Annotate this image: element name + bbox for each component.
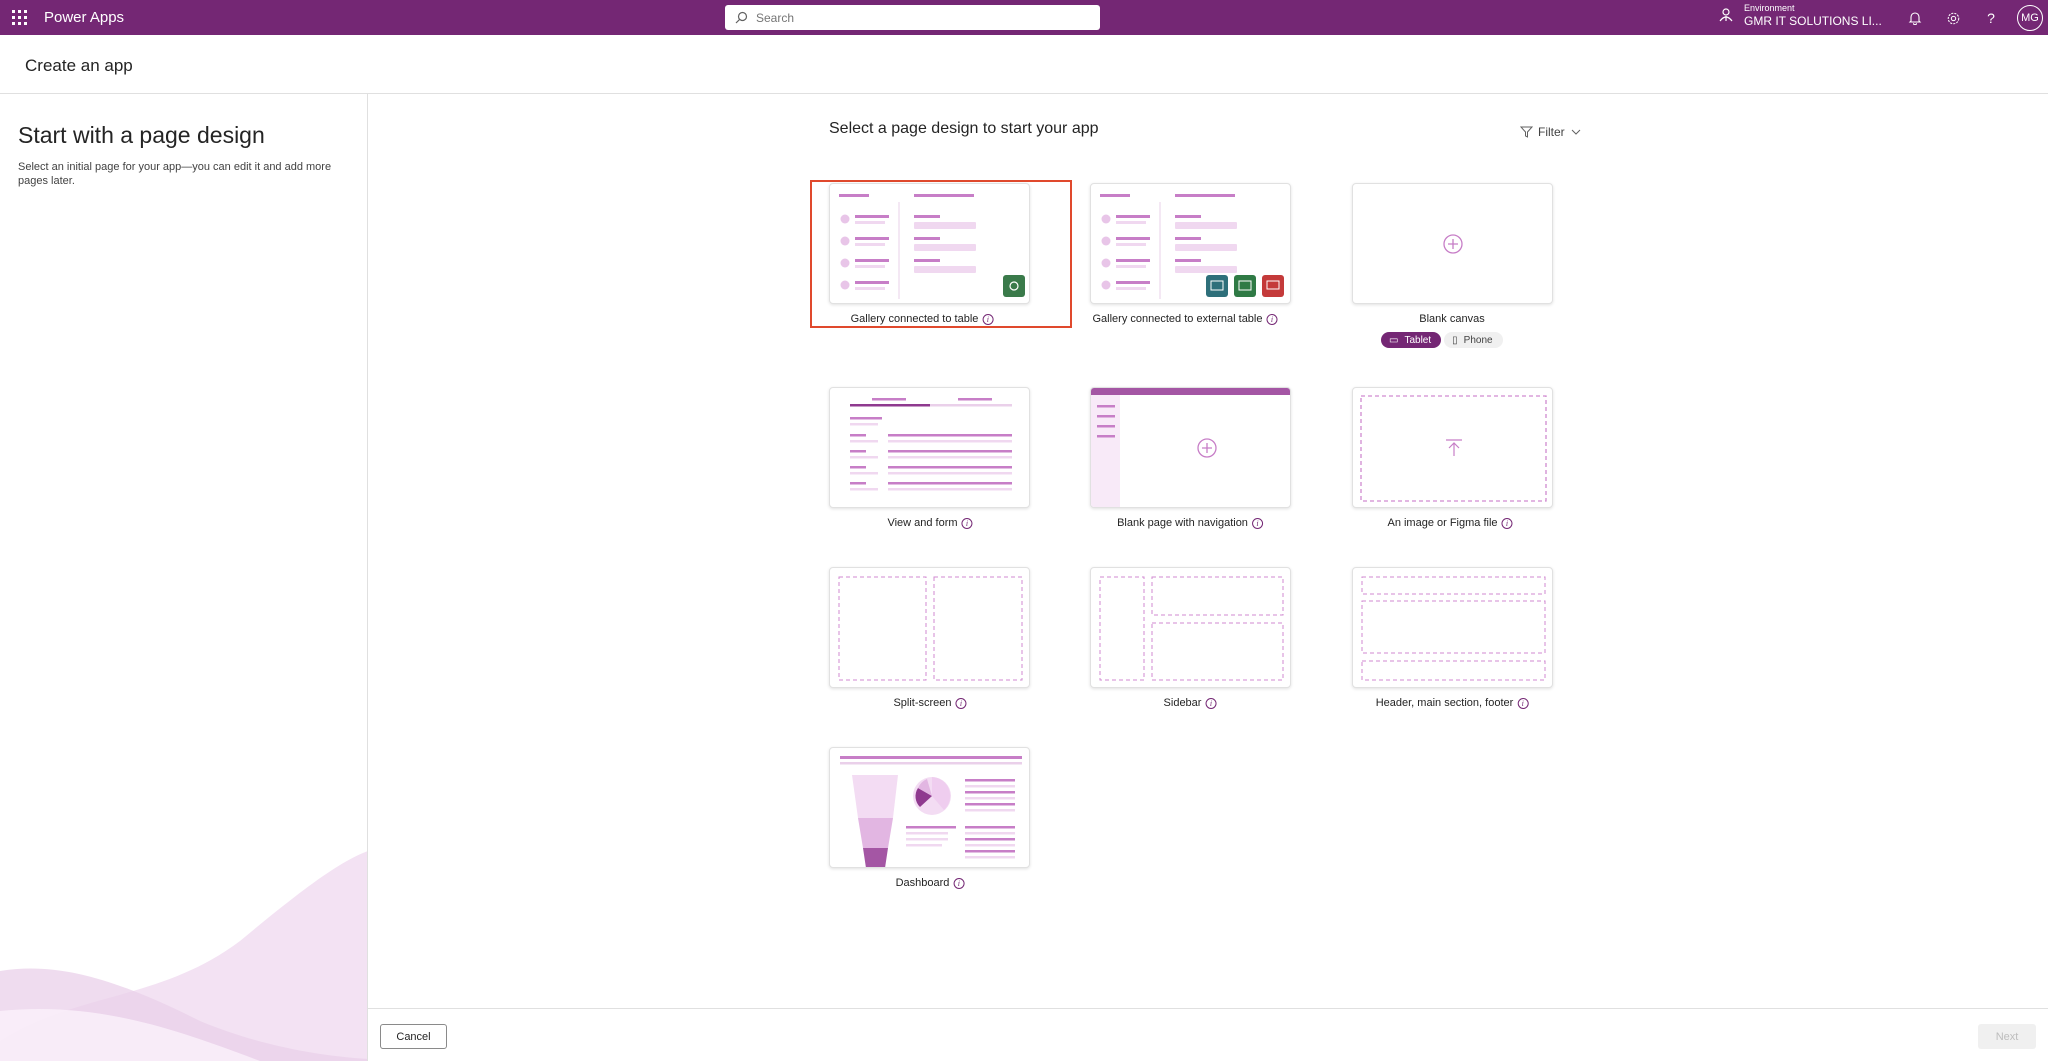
- top-bar: Power Apps Environment GMR IT SOLUTIONS …: [0, 0, 2048, 35]
- left-panel: Start with a page design Select an initi…: [0, 94, 368, 1061]
- card-an-image-or-figma-file[interactable]: [1352, 387, 1553, 508]
- info-icon[interactable]: i: [953, 877, 965, 889]
- info-icon[interactable]: i: [961, 517, 973, 529]
- filter-icon: [1520, 126, 1533, 138]
- info-icon[interactable]: i: [1251, 517, 1263, 529]
- search-icon: [735, 11, 748, 24]
- footer: Cancel Next: [368, 1008, 2048, 1061]
- next-button[interactable]: Next: [1978, 1024, 2036, 1049]
- info-icon[interactable]: i: [982, 313, 994, 325]
- tablet-icon: ▭: [1389, 334, 1399, 346]
- card-sidebar[interactable]: [1090, 567, 1291, 688]
- search-input[interactable]: [756, 10, 1076, 25]
- left-panel-description: Select an initial page for your app—you …: [18, 161, 332, 187]
- card-caption: Blank canvas: [1419, 313, 1485, 325]
- info-icon[interactable]: i: [1501, 517, 1513, 529]
- filter-button[interactable]: Filter: [1520, 125, 1581, 139]
- environment-picker[interactable]: Environment GMR IT SOLUTIONS LI...: [1718, 2, 1882, 28]
- page-title: Create an app: [25, 56, 133, 75]
- card-caption: Blank page with navigation i: [1117, 517, 1263, 529]
- card-gallery-connected-to-table[interactable]: [829, 183, 1030, 304]
- search-box[interactable]: [725, 5, 1100, 30]
- card-caption: Gallery connected to external table i: [1093, 313, 1278, 325]
- left-panel-title: Start with a page design: [18, 122, 265, 148]
- card-blank-canvas[interactable]: [1352, 183, 1553, 304]
- card-caption: Gallery connected to table i: [851, 313, 994, 325]
- card-gallery-connected-to-external-table[interactable]: [1090, 183, 1291, 304]
- info-icon[interactable]: i: [1266, 313, 1278, 325]
- card-caption: Header, main section, footer i: [1376, 697, 1529, 709]
- card-blank-page-with-navigation[interactable]: [1090, 387, 1291, 508]
- card-caption: Sidebar i: [1164, 697, 1217, 709]
- app-name[interactable]: Power Apps: [44, 9, 124, 26]
- user-avatar[interactable]: MG: [2017, 5, 2043, 31]
- card-caption: An image or Figma file i: [1387, 517, 1513, 529]
- card-caption: Dashboard i: [896, 877, 965, 889]
- card-dashboard[interactable]: [829, 747, 1030, 868]
- app-launcher-icon[interactable]: [0, 0, 38, 35]
- form-factor-toggle[interactable]: ▭ Tablet ▯ Phone: [1381, 332, 1503, 348]
- card-caption: View and form i: [887, 517, 973, 529]
- page-header: Create an app: [0, 35, 2048, 94]
- notifications-bell-icon[interactable]: [1903, 6, 1927, 30]
- info-icon[interactable]: i: [1205, 697, 1217, 709]
- chevron-down-icon: [1571, 129, 1581, 135]
- help-icon[interactable]: ?: [1979, 6, 2003, 30]
- filter-label: Filter: [1538, 125, 1565, 139]
- decorative-wave: [0, 851, 367, 1061]
- tablet-option[interactable]: ▭ Tablet: [1381, 332, 1442, 348]
- card-view-and-form[interactable]: [829, 387, 1030, 508]
- info-icon[interactable]: i: [1517, 697, 1529, 709]
- environment-icon: [1719, 8, 1733, 22]
- card-split-screen[interactable]: [829, 567, 1030, 688]
- settings-gear-icon[interactable]: [1941, 6, 1965, 30]
- card-caption: Split-screen i: [893, 697, 967, 709]
- environment-name: GMR IT SOLUTIONS LI...: [1744, 14, 1882, 28]
- card-header-main-section-footer[interactable]: [1352, 567, 1553, 688]
- phone-option[interactable]: ▯ Phone: [1444, 332, 1503, 348]
- cancel-button[interactable]: Cancel: [380, 1024, 447, 1049]
- phone-icon: ▯: [1452, 334, 1458, 346]
- main-heading: Select a page design to start your app: [829, 120, 1099, 137]
- info-icon[interactable]: i: [955, 697, 967, 709]
